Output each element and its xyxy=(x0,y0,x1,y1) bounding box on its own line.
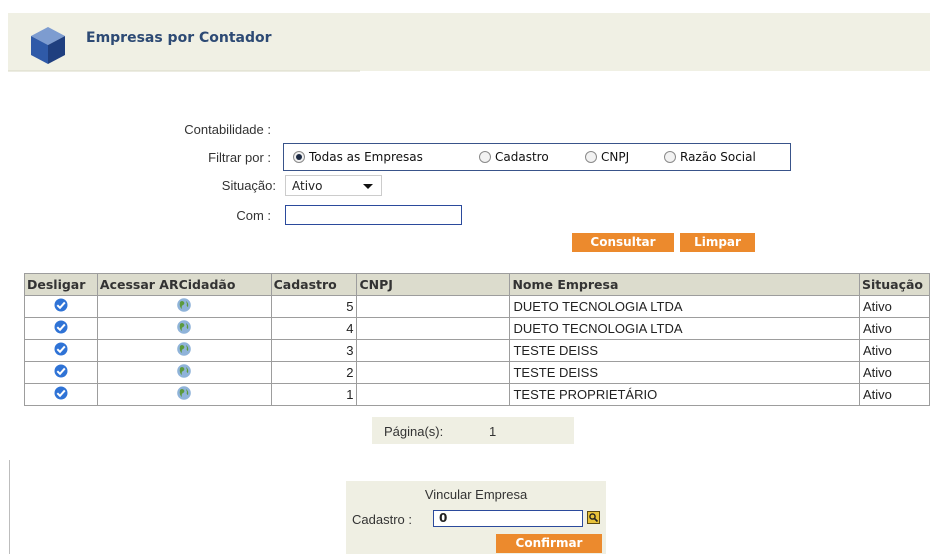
globe-icon[interactable] xyxy=(176,363,192,382)
table-row: 3 TESTE DEISS Ativo xyxy=(24,339,930,362)
desligar-cell xyxy=(24,317,98,340)
nome-empresa-cell: TESTE PROPRIETÁRIO xyxy=(509,383,860,406)
unlink-check-icon[interactable] xyxy=(53,363,69,382)
cnpj-cell xyxy=(356,361,511,384)
situacao-cell: Ativo xyxy=(858,339,930,362)
situacao-select[interactable]: Ativo xyxy=(285,175,382,196)
page-title: Empresas por Contador xyxy=(86,30,272,46)
radio-cnpj[interactable] xyxy=(585,151,597,163)
acessar-cell xyxy=(96,383,272,406)
divider-line xyxy=(9,460,10,554)
cnpj-cell xyxy=(356,339,511,362)
radio-todas[interactable] xyxy=(293,151,305,163)
consultar-button[interactable]: Consultar xyxy=(572,233,674,252)
lookup-icon[interactable] xyxy=(587,511,600,524)
globe-icon[interactable] xyxy=(176,385,192,404)
globe-icon[interactable] xyxy=(176,341,192,360)
companies-table: Desligar Acessar ARCidadão Cadastro CNPJ… xyxy=(24,273,930,406)
table-row: 1 TESTE PROPRIETÁRIO Ativo xyxy=(24,383,930,406)
col-cnpj: CNPJ xyxy=(356,273,511,296)
situacao-cell: Ativo xyxy=(858,317,930,340)
col-situacao: Situação xyxy=(858,273,930,296)
situacao-cell: Ativo xyxy=(858,361,930,384)
com-label: Com : xyxy=(236,208,271,223)
acessar-cell xyxy=(96,295,272,318)
situacao-cell: Ativo xyxy=(858,383,930,406)
radio-razao-social[interactable] xyxy=(664,151,676,163)
acessar-cell xyxy=(96,339,272,362)
vincular-title: Vincular Empresa xyxy=(424,487,528,502)
cadastro-cell: 5 xyxy=(270,295,358,318)
cadastro-cell: 2 xyxy=(270,361,358,384)
globe-icon[interactable] xyxy=(176,297,192,316)
acessar-cell xyxy=(96,317,272,340)
contabilidade-label: Contabilidade : xyxy=(184,122,271,137)
situacao-value: Ativo xyxy=(292,179,323,193)
cube-icon xyxy=(31,27,65,64)
chevron-down-icon xyxy=(363,184,373,189)
cadastro-cell: 4 xyxy=(270,317,358,340)
unlink-check-icon[interactable] xyxy=(53,385,69,404)
situacao-cell: Ativo xyxy=(858,295,930,318)
vincular-cadastro-label: Cadastro : xyxy=(352,512,412,527)
table-row: 5 DUETO TECNOLOGIA LTDA Ativo xyxy=(24,295,930,318)
desligar-cell xyxy=(24,339,98,362)
unlink-check-icon[interactable] xyxy=(53,341,69,360)
col-nome-empresa: Nome Empresa xyxy=(509,273,860,296)
vincular-cadastro-value: 0 xyxy=(439,511,448,525)
desligar-cell xyxy=(24,361,98,384)
radio-razao-social-label[interactable]: Razão Social xyxy=(680,150,756,164)
pagination: Página(s): 1 xyxy=(372,417,574,444)
unlink-check-icon[interactable] xyxy=(53,297,69,316)
col-desligar: Desligar xyxy=(24,273,98,296)
nome-empresa-cell: TESTE DEISS xyxy=(509,361,860,384)
table-header-row: Desligar Acessar ARCidadão Cadastro CNPJ… xyxy=(24,273,930,296)
table-row: 4 DUETO TECNOLOGIA LTDA Ativo xyxy=(24,317,930,340)
table-row: 2 TESTE DEISS Ativo xyxy=(24,361,930,384)
vincular-panel: Vincular Empresa Cadastro : 0 Confirmar xyxy=(346,481,606,554)
cnpj-cell xyxy=(356,383,511,406)
vincular-cadastro-input[interactable]: 0 xyxy=(433,510,583,527)
com-input[interactable] xyxy=(285,205,462,225)
cadastro-cell: 3 xyxy=(270,339,358,362)
desligar-cell xyxy=(24,295,98,318)
col-cadastro: Cadastro xyxy=(270,273,358,296)
confirmar-button[interactable]: Confirmar xyxy=(496,534,602,553)
limpar-button[interactable]: Limpar xyxy=(680,233,755,252)
nome-empresa-cell: DUETO TECNOLOGIA LTDA xyxy=(509,295,860,318)
acessar-cell xyxy=(96,361,272,384)
col-acessar: Acessar ARCidadão xyxy=(96,273,272,296)
situacao-label: Situação: xyxy=(221,178,276,193)
unlink-check-icon[interactable] xyxy=(53,319,69,338)
filter-radio-group: Todas as Empresas Cadastro CNPJ Razão So… xyxy=(283,143,791,171)
radio-cnpj-label[interactable]: CNPJ xyxy=(601,150,629,164)
page-number[interactable]: 1 xyxy=(489,424,496,439)
globe-icon[interactable] xyxy=(176,319,192,338)
filtrar-label: Filtrar por : xyxy=(208,150,271,165)
cadastro-cell: 1 xyxy=(270,383,358,406)
cnpj-cell xyxy=(356,317,511,340)
radio-cadastro[interactable] xyxy=(479,151,491,163)
nome-empresa-cell: TESTE DEISS xyxy=(509,339,860,362)
nome-empresa-cell: DUETO TECNOLOGIA LTDA xyxy=(509,317,860,340)
pagination-label: Página(s): xyxy=(384,424,444,439)
radio-todas-label[interactable]: Todas as Empresas xyxy=(309,150,423,164)
desligar-cell xyxy=(24,383,98,406)
radio-cadastro-label[interactable]: Cadastro xyxy=(495,150,549,164)
cnpj-cell xyxy=(356,295,511,318)
